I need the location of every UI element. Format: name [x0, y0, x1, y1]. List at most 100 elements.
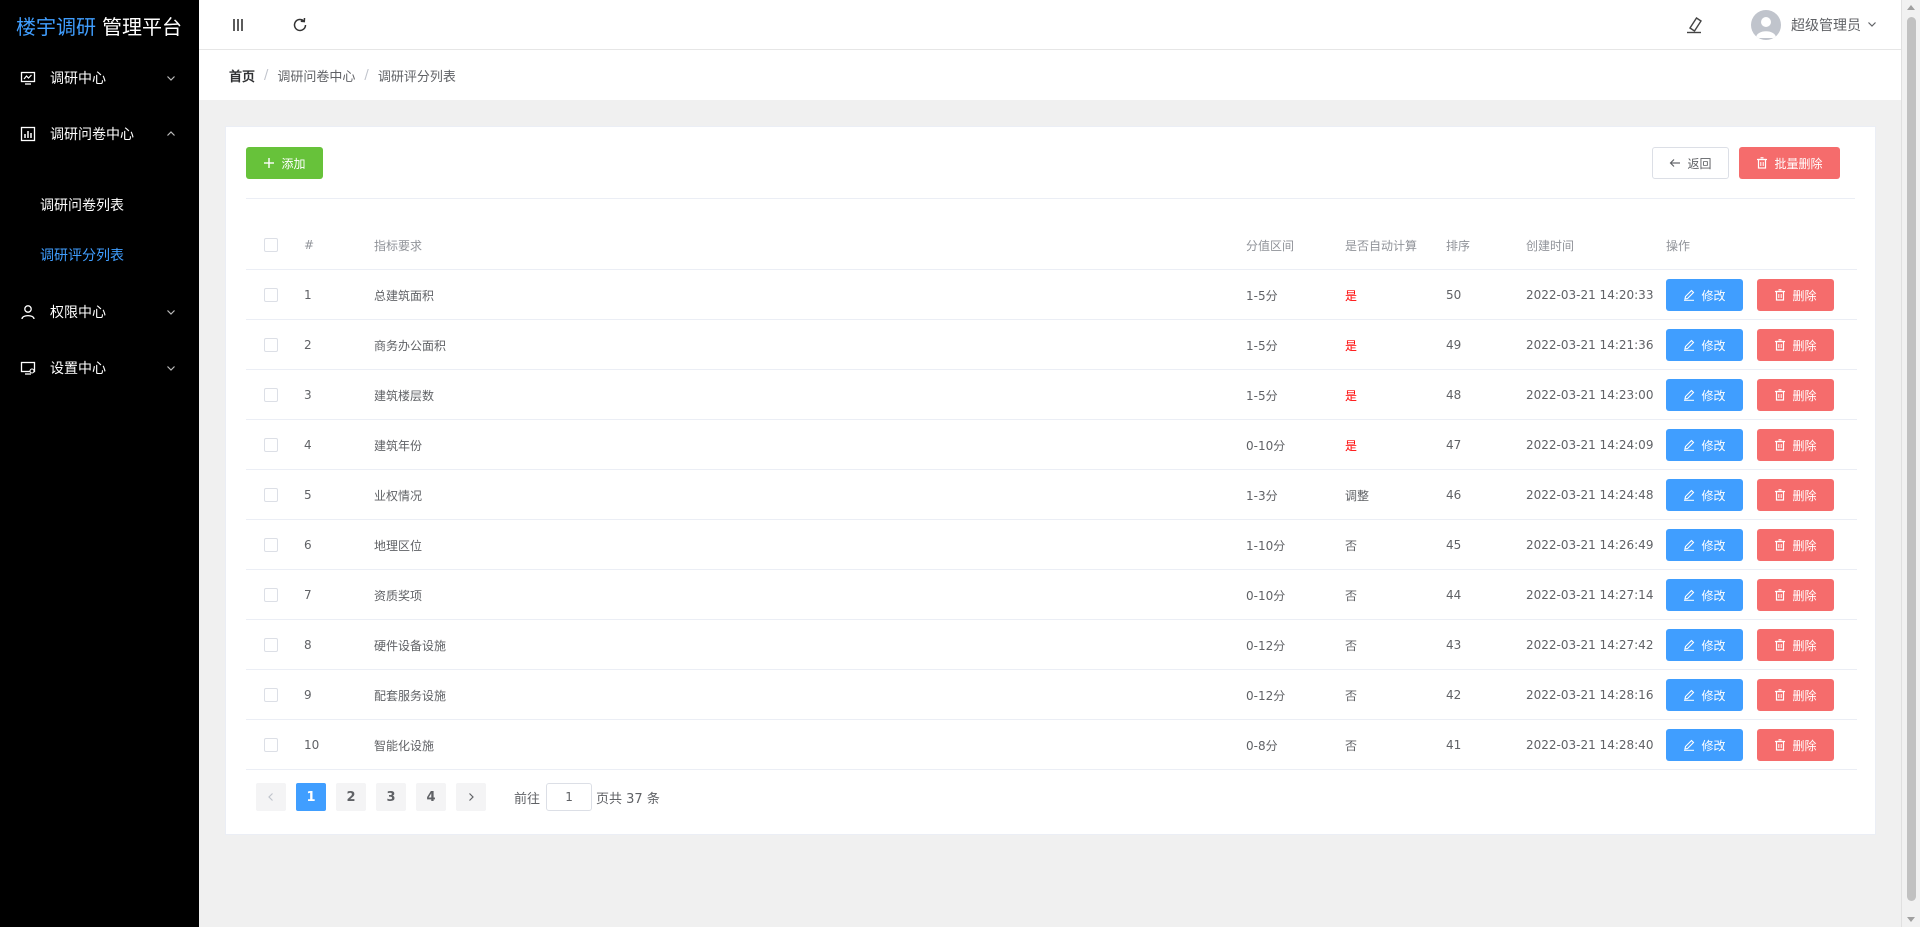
- delete-button[interactable]: 删除: [1757, 629, 1834, 661]
- goto-page-input[interactable]: [546, 783, 593, 811]
- edit-button[interactable]: 修改: [1666, 729, 1743, 761]
- table-row: 1 总建筑面积 1-5分 是 50 2022-03-21 14:20:33 修改 删除: [246, 270, 1857, 320]
- edit-button-label: 修改: [1701, 388, 1726, 403]
- row-checkbox[interactable]: [264, 488, 278, 502]
- scrollbar-thumb[interactable]: [1907, 17, 1916, 901]
- breadcrumb-separator: /: [264, 67, 269, 83]
- edit-icon: [1683, 339, 1695, 351]
- row-checkbox[interactable]: [264, 538, 278, 552]
- delete-button[interactable]: 删除: [1757, 379, 1834, 411]
- prev-page-button[interactable]: [256, 783, 286, 811]
- edit-button[interactable]: 修改: [1666, 629, 1743, 661]
- select-all-checkbox[interactable]: [264, 238, 278, 252]
- bars-icon[interactable]: [227, 13, 251, 37]
- cell-created: 2022-03-21 14:27:14: [1526, 588, 1654, 602]
- delete-button[interactable]: 删除: [1757, 329, 1834, 361]
- next-page-button[interactable]: [456, 783, 486, 811]
- user-menu[interactable]: 超级管理员: [1751, 9, 1877, 41]
- cell-created: 2022-03-21 14:24:09: [1526, 438, 1654, 452]
- edit-button-label: 修改: [1701, 488, 1726, 503]
- edit-button[interactable]: 修改: [1666, 329, 1743, 361]
- refresh-icon[interactable]: [288, 13, 312, 37]
- edit-button[interactable]: 修改: [1666, 379, 1743, 411]
- page-3-button[interactable]: 3: [376, 783, 406, 811]
- add-button[interactable]: 添加: [246, 147, 323, 179]
- cell-sort: 45: [1446, 538, 1462, 552]
- edit-icon: [1683, 739, 1695, 751]
- page-2-button[interactable]: 2: [336, 783, 366, 811]
- eraser-icon[interactable]: [1683, 14, 1705, 36]
- edit-button[interactable]: 修改: [1666, 679, 1743, 711]
- cell-auto-calc: 否: [1345, 738, 1358, 753]
- row-checkbox[interactable]: [264, 438, 278, 452]
- sidebar-item-research-center[interactable]: 调研中心: [0, 50, 199, 106]
- sidebar-item-settings-center[interactable]: 设置中心: [0, 340, 199, 396]
- cell-actions: 修改 删除: [1666, 320, 1834, 370]
- edit-button[interactable]: 修改: [1666, 429, 1743, 461]
- cell-created: 2022-03-21 14:28:40: [1526, 738, 1654, 752]
- delete-button[interactable]: 删除: [1757, 429, 1834, 461]
- delete-button[interactable]: 删除: [1757, 529, 1834, 561]
- delete-button-label: 删除: [1792, 438, 1817, 453]
- delete-button[interactable]: 删除: [1757, 679, 1834, 711]
- sidebar-item-label: 调研问卷中心: [50, 127, 134, 143]
- sidebar-item-permission-center[interactable]: 权限中心: [0, 284, 199, 340]
- cell-requirement: 地理区位: [374, 538, 423, 553]
- row-checkbox[interactable]: [264, 588, 278, 602]
- cell-actions: 修改 删除: [1666, 270, 1834, 320]
- delete-button[interactable]: 删除: [1757, 479, 1834, 511]
- batch-delete-button[interactable]: 批量删除: [1739, 147, 1840, 179]
- edit-button[interactable]: 修改: [1666, 579, 1743, 611]
- delete-button[interactable]: 删除: [1757, 729, 1834, 761]
- row-checkbox[interactable]: [264, 638, 278, 652]
- sidebar-item-label: 调研中心: [50, 71, 106, 87]
- scroll-down-arrow-icon[interactable]: [1907, 917, 1915, 922]
- vertical-scrollbar[interactable]: [1901, 0, 1920, 927]
- cell-score-range: 0-8分: [1246, 738, 1278, 753]
- row-checkbox[interactable]: [264, 688, 278, 702]
- sidebar-item-label: 设置中心: [50, 361, 106, 377]
- sidebar-item-questionnaire-center[interactable]: 调研问卷中心: [0, 106, 199, 162]
- breadcrumb-questionnaire-center[interactable]: 调研问卷中心: [277, 66, 355, 85]
- edit-button[interactable]: 修改: [1666, 529, 1743, 561]
- back-button[interactable]: 返回: [1652, 147, 1729, 179]
- top-header: 超级管理员: [199, 0, 1901, 50]
- row-checkbox[interactable]: [264, 288, 278, 302]
- chevron-down-icon: [1867, 18, 1877, 33]
- edit-button-label: 修改: [1701, 688, 1726, 703]
- edit-button[interactable]: 修改: [1666, 479, 1743, 511]
- sidebar-subitem-questionnaire-list[interactable]: 调研问卷列表: [0, 180, 199, 230]
- cell-actions: 修改 删除: [1666, 670, 1834, 720]
- trash-icon: [1774, 739, 1786, 751]
- edit-icon: [1683, 539, 1695, 551]
- page-4-button[interactable]: 4: [416, 783, 446, 811]
- cell-auto-calc: 是: [1345, 438, 1358, 453]
- trash-icon: [1774, 339, 1786, 351]
- edit-button[interactable]: 修改: [1666, 279, 1743, 311]
- delete-button-label: 删除: [1792, 588, 1817, 603]
- cell-sort: 41: [1446, 738, 1462, 752]
- cell-index: 2: [304, 338, 312, 352]
- trash-icon: [1774, 389, 1786, 401]
- sidebar-item-label: 权限中心: [50, 305, 106, 321]
- page-1-button[interactable]: 1: [296, 783, 326, 811]
- avatar: [1751, 10, 1781, 40]
- column-header-score-range: 分值区间: [1246, 238, 1295, 253]
- cell-index: 10: [304, 738, 320, 752]
- breadcrumb-separator: /: [364, 67, 369, 83]
- table-body: 1 总建筑面积 1-5分是 50 2022-03-21 14:20:33 修改 删除 2 商务办…: [246, 270, 1857, 770]
- scroll-up-arrow-icon[interactable]: [1907, 5, 1915, 10]
- row-checkbox[interactable]: [264, 738, 278, 752]
- edit-icon: [1683, 639, 1695, 651]
- row-checkbox[interactable]: [264, 388, 278, 402]
- column-header-created: 创建时间: [1526, 238, 1575, 253]
- sidebar-subitem-score-list[interactable]: 调研评分列表: [0, 230, 199, 280]
- cell-auto-calc: 否: [1345, 688, 1358, 703]
- breadcrumb-home[interactable]: 首页: [229, 66, 255, 85]
- row-checkbox[interactable]: [264, 338, 278, 352]
- cell-auto-calc: 调整: [1345, 488, 1370, 503]
- chevron-down-icon: [165, 306, 177, 318]
- delete-button[interactable]: 删除: [1757, 579, 1834, 611]
- delete-button[interactable]: 删除: [1757, 279, 1834, 311]
- cell-created: 2022-03-21 14:27:42: [1526, 638, 1654, 652]
